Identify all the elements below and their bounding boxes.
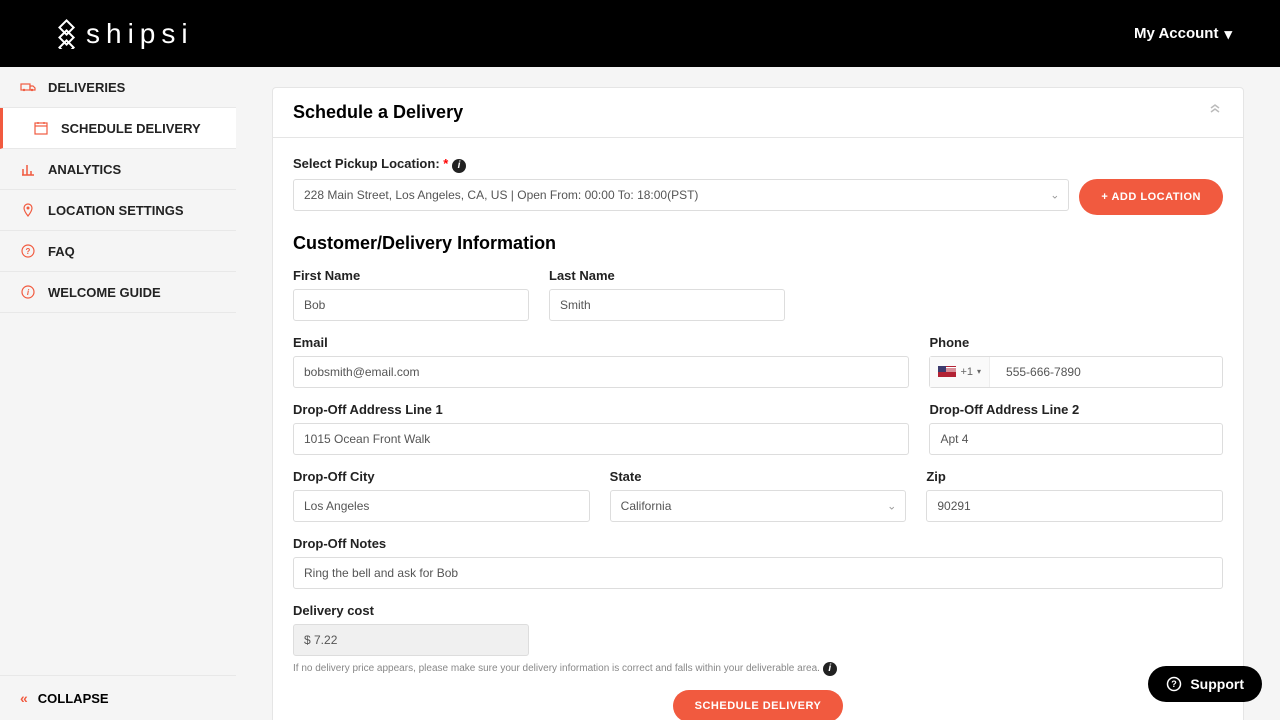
email-label: Email: [293, 335, 909, 350]
info-tooltip-icon[interactable]: i: [823, 662, 837, 676]
sidebar-collapse-button[interactable]: « COLLAPSE: [0, 675, 236, 720]
pin-icon: [20, 202, 36, 218]
svg-text:i: i: [27, 288, 30, 297]
customer-info-heading: Customer/Delivery Information: [293, 233, 1223, 254]
sidebar-nav: DELIVERIES SCHEDULE DELIVERY ANALYTICS L…: [0, 67, 236, 720]
info-icon: i: [20, 284, 36, 300]
sidebar-item-label: WELCOME GUIDE: [48, 285, 161, 300]
caret-down-icon: ▾: [1224, 25, 1232, 43]
phone-country-selector[interactable]: +1 ▾: [930, 357, 990, 387]
last-name-label: Last Name: [549, 268, 785, 283]
pickup-location-label: Select Pickup Location: * i: [293, 156, 1223, 173]
state-label: State: [610, 469, 907, 484]
add-location-button[interactable]: + ADD LOCATION: [1079, 179, 1223, 215]
last-name-input[interactable]: [549, 289, 785, 321]
support-widget-button[interactable]: ? Support: [1148, 666, 1262, 702]
sidebar-item-label: LOCATION SETTINGS: [48, 203, 184, 218]
chart-icon: [20, 161, 36, 177]
sidebar-item-label: ANALYTICS: [48, 162, 121, 177]
first-name-label: First Name: [293, 268, 529, 283]
schedule-delivery-card: Schedule a Delivery Select Pickup Locati…: [272, 87, 1244, 720]
first-name-input[interactable]: [293, 289, 529, 321]
required-asterisk: *: [443, 156, 448, 171]
top-header: shipsi My Account ▾: [0, 0, 1280, 67]
account-label: My Account: [1134, 25, 1218, 42]
support-label: Support: [1190, 676, 1244, 692]
delivery-cost-helper: If no delivery price appears, please mak…: [293, 662, 1223, 676]
city-input[interactable]: [293, 490, 590, 522]
sidebar-item-location-settings[interactable]: LOCATION SETTINGS: [0, 190, 236, 231]
delivery-cost-value: $ 7.22: [293, 624, 529, 656]
address2-label: Drop-Off Address Line 2: [929, 402, 1223, 417]
state-select[interactable]: California: [610, 490, 907, 522]
svg-text:?: ?: [26, 247, 31, 256]
truck-icon: [20, 79, 36, 95]
brand-text: shipsi: [86, 18, 194, 50]
notes-input[interactable]: [293, 557, 1223, 589]
address1-input[interactable]: [293, 423, 909, 455]
sidebar-item-welcome-guide[interactable]: i WELCOME GUIDE: [0, 272, 236, 313]
card-title: Schedule a Delivery: [293, 102, 463, 123]
email-input[interactable]: [293, 356, 909, 388]
schedule-delivery-button[interactable]: SCHEDULE DELIVERY: [673, 690, 844, 720]
help-icon: ?: [1166, 676, 1182, 692]
svg-text:?: ?: [1172, 679, 1178, 689]
brand-logo: shipsi: [48, 18, 194, 50]
sidebar-item-analytics[interactable]: ANALYTICS: [0, 149, 236, 190]
card-header: Schedule a Delivery: [273, 88, 1243, 138]
address1-label: Drop-Off Address Line 1: [293, 402, 909, 417]
calendar-icon: [33, 120, 49, 136]
collapse-card-icon[interactable]: [1207, 102, 1223, 123]
address2-input[interactable]: [929, 423, 1223, 455]
collapse-label: COLLAPSE: [38, 691, 109, 706]
phone-input-group: +1 ▾: [929, 356, 1223, 388]
sidebar-item-label: FAQ: [48, 244, 75, 259]
pickup-location-select[interactable]: 228 Main Street, Los Angeles, CA, US | O…: [293, 179, 1069, 211]
sidebar-item-deliveries[interactable]: DELIVERIES: [0, 67, 236, 108]
sidebar-item-label: SCHEDULE DELIVERY: [61, 121, 201, 136]
caret-down-icon: ▾: [977, 367, 981, 376]
phone-number-input[interactable]: [990, 357, 1222, 387]
zip-input[interactable]: [926, 490, 1223, 522]
shipsi-logo-icon: [48, 19, 78, 49]
zip-label: Zip: [926, 469, 1223, 484]
phone-label: Phone: [929, 335, 1223, 350]
us-flag-icon: [938, 366, 956, 377]
sidebar-item-schedule-delivery[interactable]: SCHEDULE DELIVERY: [0, 108, 236, 149]
sidebar-item-label: DELIVERIES: [48, 80, 125, 95]
chevron-left-double-icon: «: [20, 690, 28, 706]
info-tooltip-icon[interactable]: i: [452, 159, 466, 173]
delivery-cost-label: Delivery cost: [293, 603, 529, 618]
city-label: Drop-Off City: [293, 469, 590, 484]
my-account-dropdown[interactable]: My Account ▾: [1134, 25, 1232, 43]
notes-label: Drop-Off Notes: [293, 536, 1223, 551]
help-icon: ?: [20, 243, 36, 259]
sidebar-item-faq[interactable]: ? FAQ: [0, 231, 236, 272]
